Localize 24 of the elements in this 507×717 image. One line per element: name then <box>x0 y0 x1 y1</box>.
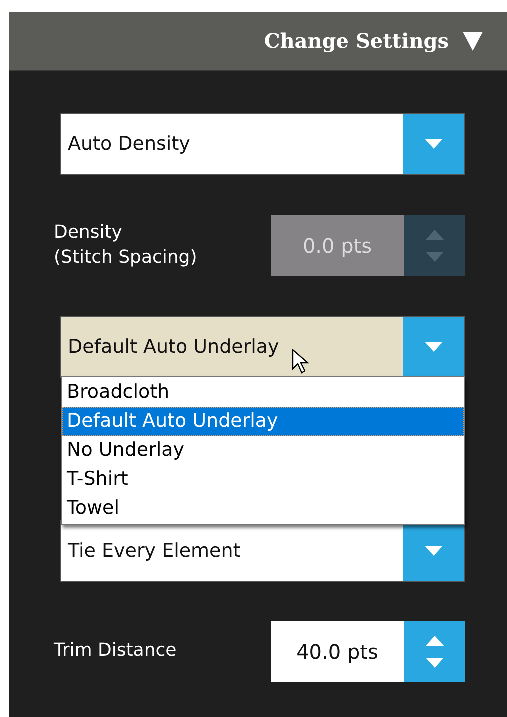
underlay-dropdown[interactable]: Default Auto Underlay <box>60 316 465 378</box>
tie-dropdown[interactable]: Tie Every Element <box>60 520 465 582</box>
density-label: Density (Stitch Spacing) <box>54 221 198 270</box>
list-option[interactable]: Broadcloth <box>62 378 464 407</box>
list-option[interactable]: T-Shirt <box>62 465 464 494</box>
dropdown-value: Tie Every Element <box>67 539 241 564</box>
caret-icon <box>424 342 442 352</box>
caret-icon <box>424 139 442 149</box>
spinner-value: 40.0 pts <box>296 638 380 666</box>
mouse-pointer-icon <box>292 349 310 375</box>
list-option[interactable]: Default Auto Underlay <box>62 407 464 436</box>
header-bar[interactable]: Change Settings <box>9 12 507 71</box>
panel-title: Change Settings <box>264 29 449 53</box>
up-arrow-icon[interactable] <box>426 636 444 646</box>
list-option[interactable]: Towel <box>62 494 464 523</box>
caret-icon <box>424 546 442 556</box>
trim-distance-spinner[interactable]: 40.0 pts <box>271 621 465 682</box>
trim-distance-label: Trim Distance <box>54 639 177 664</box>
list-option[interactable]: No Underlay <box>62 436 464 465</box>
down-arrow-icon[interactable] <box>426 658 444 668</box>
density-mode-dropdown[interactable]: Auto Density <box>60 113 465 175</box>
dropdown-value: Default Auto Underlay <box>67 335 280 360</box>
dropdown-value: Auto Density <box>67 132 190 157</box>
spinner-value: 0.0 pts <box>271 215 404 276</box>
